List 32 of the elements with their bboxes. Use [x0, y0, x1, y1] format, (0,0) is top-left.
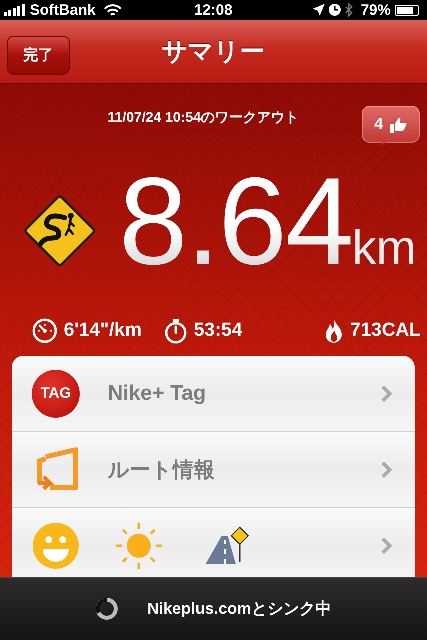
chevron-right-icon	[381, 384, 393, 402]
tag-badge-icon: TAG	[32, 370, 80, 418]
battery-icon	[395, 4, 419, 16]
sun-icon	[114, 520, 164, 570]
pace-value: 6'14"/km	[64, 320, 142, 342]
clock-time: 12:08	[194, 2, 233, 18]
bluetooth-icon	[344, 3, 353, 17]
wifi-icon	[104, 4, 122, 16]
chevron-right-icon	[381, 460, 393, 478]
battery-percent: 79%	[360, 2, 391, 18]
calories-value: 713CAL	[350, 320, 421, 342]
smiley-face-icon	[32, 522, 80, 570]
sync-status: Nikeplus.comとシンク中	[147, 600, 332, 620]
menu-label: Nike+ Tag	[108, 382, 208, 406]
chevron-right-icon	[381, 536, 393, 554]
road-sign-icon	[204, 526, 252, 566]
screen-title: サマリー	[162, 37, 265, 68]
workout-date: 11/07/24 10:54のワークアウト	[108, 108, 300, 126]
stopwatch-icon	[164, 318, 188, 344]
menu-row[interactable]: TAG Nike+ Tag	[12, 356, 415, 432]
thumbs-up-icon	[389, 116, 408, 132]
carrier-name: SoftBank	[30, 2, 96, 18]
speedometer-icon	[32, 318, 58, 344]
location-arrow-icon	[312, 4, 325, 16]
flame-icon	[324, 318, 344, 344]
signal-icon	[4, 4, 26, 16]
done-button[interactable]: 完了	[7, 36, 70, 75]
loading-spinner-icon	[95, 597, 120, 621]
clock-icon	[328, 4, 341, 16]
menu-row[interactable]: ルート情報	[12, 432, 415, 508]
duration-value: 53:54	[194, 320, 243, 342]
menu-label: ルート情報	[108, 458, 216, 484]
